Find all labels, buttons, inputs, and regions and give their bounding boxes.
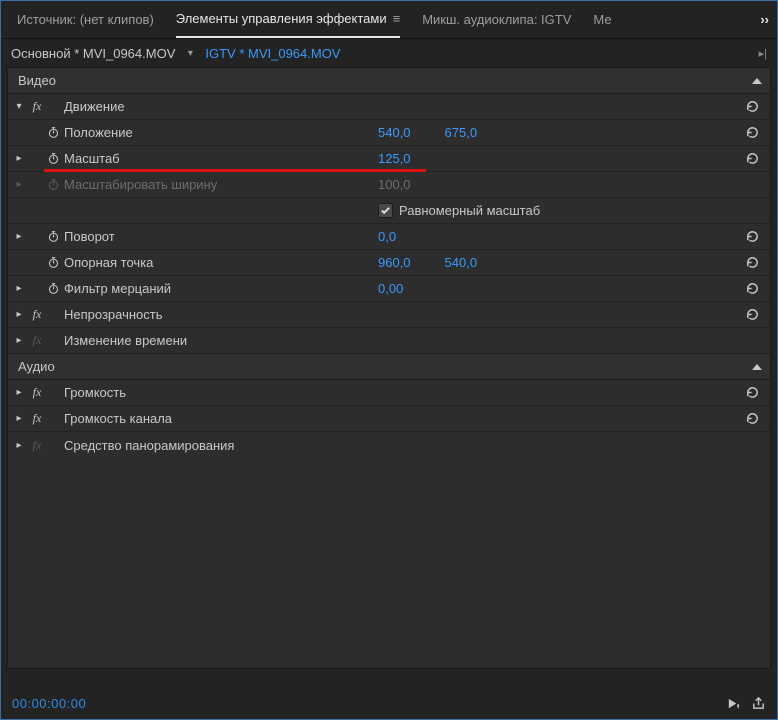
effect-motion[interactable]: fx Движение [8, 94, 770, 120]
clip-breadcrumb: Основной * MVI_0964.MOV IGTV * MVI_0964.… [1, 39, 777, 67]
play-only-icon[interactable] [726, 696, 741, 711]
property-uniform-scale: Равномерный масштаб [8, 198, 770, 224]
toggle-arrow[interactable] [12, 153, 26, 164]
property-anti-flicker: Фильтр мерцаний 0,00 [8, 276, 770, 302]
reset-button[interactable] [742, 254, 762, 272]
property-rotation-label: Поворот [64, 229, 115, 244]
export-icon[interactable] [751, 696, 766, 711]
stopwatch-icon[interactable] [44, 124, 62, 142]
audio-section-header[interactable]: Аудио [8, 354, 770, 380]
effect-controls-panel: Видео fx Движение Положение 540,0 675,0 [7, 67, 771, 669]
collapse-icon [752, 78, 762, 84]
position-x-value[interactable]: 540,0 [378, 125, 411, 140]
reset-button[interactable] [742, 384, 762, 402]
reset-button[interactable] [742, 150, 762, 168]
rotation-value[interactable]: 0,0 [378, 229, 396, 244]
tab-metadata[interactable]: Ме [593, 1, 611, 38]
breadcrumb-master[interactable]: Основной * MVI_0964.MOV [11, 46, 175, 61]
tabs-overflow-icon[interactable]: ›› [760, 12, 769, 27]
scale-width-value: 100,0 [378, 177, 411, 192]
fx-icon[interactable]: fx [28, 333, 46, 348]
uniform-scale-checkbox[interactable] [378, 203, 393, 218]
reset-button[interactable] [742, 280, 762, 298]
breadcrumb-sequence[interactable]: IGTV * MVI_0964.MOV [205, 46, 340, 61]
effect-motion-label: Движение [64, 99, 125, 114]
highlight-annotation [378, 169, 426, 172]
anchor-y-value[interactable]: 540,0 [445, 255, 478, 270]
reset-button[interactable] [742, 306, 762, 324]
property-position: Положение 540,0 675,0 [8, 120, 770, 146]
property-scale-width-label: Масштабировать ширину [64, 177, 217, 192]
stopwatch-icon [44, 176, 62, 194]
toggle-arrow[interactable] [12, 309, 26, 320]
highlight-annotation [44, 169, 418, 172]
property-anchor-label: Опорная точка [64, 255, 153, 270]
property-scale-width: Масштабировать ширину 100,0 [8, 172, 770, 198]
property-scale-label: Масштаб [64, 151, 120, 166]
property-rotation: Поворот 0,0 [8, 224, 770, 250]
fx-icon[interactable]: fx [28, 307, 46, 322]
effect-panner[interactable]: fx Средство панорамирования [8, 432, 770, 458]
effect-opacity[interactable]: fx Непрозрачность [8, 302, 770, 328]
effect-panner-label: Средство панорамирования [64, 438, 234, 453]
tab-audio-mixer[interactable]: Микш. аудиоклипа: IGTV [422, 1, 571, 38]
toggle-arrow[interactable] [12, 335, 26, 346]
reset-button[interactable] [742, 410, 762, 428]
scale-value[interactable]: 125,0 [378, 151, 411, 166]
reset-button[interactable] [742, 124, 762, 142]
toggle-arrow[interactable] [12, 283, 26, 294]
toggle-arrow[interactable] [12, 387, 26, 398]
property-position-label: Положение [64, 125, 133, 140]
effect-volume[interactable]: fx Громкость [8, 380, 770, 406]
effect-volume-label: Громкость [64, 385, 126, 400]
tab-effect-controls-label: Элементы управления эффектами [176, 11, 387, 26]
stopwatch-icon[interactable] [44, 254, 62, 272]
property-scale: Масштаб 125,0 [8, 146, 770, 172]
footer: 00:00:00:00 [6, 690, 772, 716]
tab-menu-icon[interactable]: ≡ [393, 11, 401, 26]
stopwatch-icon[interactable] [44, 150, 62, 168]
effect-opacity-label: Непрозрачность [64, 307, 163, 322]
fx-icon[interactable]: fx [28, 411, 46, 426]
panel-tabs: Источник: (нет клипов) Элементы управлен… [1, 1, 777, 39]
video-section-header[interactable]: Видео [8, 68, 770, 94]
stopwatch-icon[interactable] [44, 228, 62, 246]
toggle-arrow[interactable] [12, 231, 26, 242]
property-anchor-point: Опорная точка 960,0 540,0 [8, 250, 770, 276]
position-y-value[interactable]: 675,0 [445, 125, 478, 140]
toggle-arrow[interactable] [12, 101, 26, 112]
effect-channel-volume[interactable]: fx Громкость канала [8, 406, 770, 432]
toggle-arrow[interactable] [12, 440, 26, 451]
reset-button[interactable] [742, 228, 762, 246]
effect-time-remapping[interactable]: fx Изменение времени [8, 328, 770, 354]
tab-effect-controls[interactable]: Элементы управления эффектами ≡ [176, 1, 400, 38]
tab-source[interactable]: Источник: (нет клипов) [17, 1, 154, 38]
effect-channel-volume-label: Громкость канала [64, 411, 172, 426]
flicker-value[interactable]: 0,00 [378, 281, 403, 296]
timeline-toggle-icon[interactable]: ▸| [759, 47, 767, 60]
fx-icon[interactable]: fx [28, 99, 46, 114]
toggle-arrow[interactable] [12, 413, 26, 424]
toggle-arrow [12, 179, 26, 190]
effect-time-remap-label: Изменение времени [64, 333, 187, 348]
audio-section-title: Аудио [18, 359, 752, 374]
video-section-title: Видео [18, 73, 752, 88]
anchor-x-value[interactable]: 960,0 [378, 255, 411, 270]
fx-icon[interactable]: fx [28, 385, 46, 400]
stopwatch-icon[interactable] [44, 280, 62, 298]
collapse-icon [752, 364, 762, 370]
fx-icon[interactable]: fx [28, 438, 46, 453]
breadcrumb-sep-icon[interactable] [183, 48, 197, 59]
uniform-scale-label: Равномерный масштаб [399, 203, 540, 218]
property-flicker-label: Фильтр мерцаний [64, 281, 171, 296]
reset-button[interactable] [742, 98, 762, 116]
timecode-display[interactable]: 00:00:00:00 [12, 696, 86, 711]
